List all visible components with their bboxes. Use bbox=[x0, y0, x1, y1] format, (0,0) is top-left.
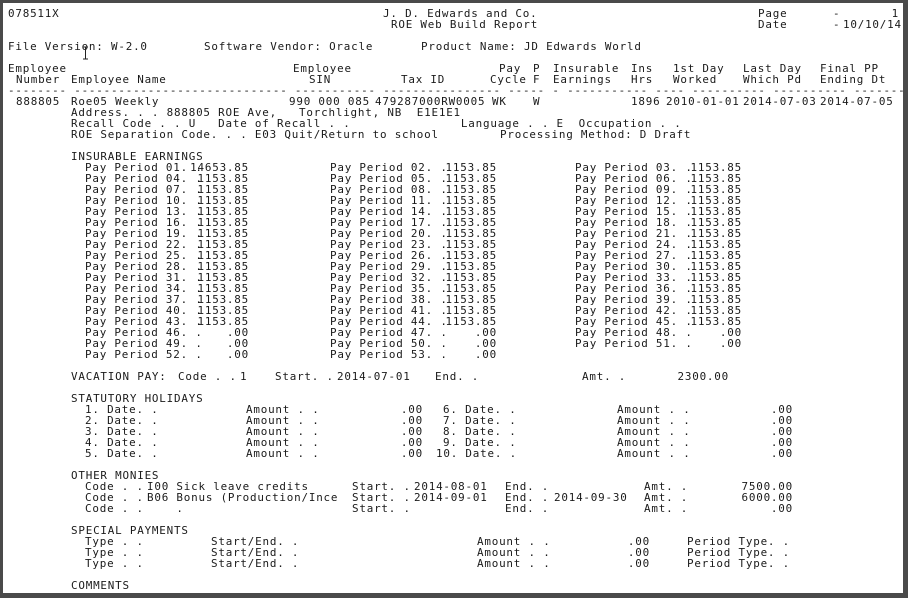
comments-heading: COMMENTS bbox=[71, 579, 130, 592]
report-page: 078511X J. D. Edwards and Co. ROE Web Bu… bbox=[3, 3, 903, 593]
holiday-date-label: 10. Date. . bbox=[436, 447, 517, 460]
vacation-code: 1 bbox=[240, 370, 248, 383]
text-cursor-icon bbox=[83, 46, 88, 60]
employee-pay-cycle: WK bbox=[492, 95, 507, 108]
software-vendor: Software Vendor: Oracle bbox=[204, 40, 374, 53]
other-monies-code: . bbox=[147, 502, 184, 515]
vacation-start: 2014-07-01 bbox=[337, 370, 411, 383]
other-monies-amt: .00 bbox=[770, 502, 793, 515]
date-label: Date bbox=[758, 18, 788, 31]
other-monies-code-label: Code . . bbox=[85, 502, 144, 515]
special-amount: .00 bbox=[627, 557, 650, 570]
final-pp-ending: 2014-07-05 bbox=[820, 95, 894, 108]
special-period-type-label: Period Type. . bbox=[687, 557, 790, 570]
report-date: 10/10/14 bbox=[843, 18, 902, 31]
other-monies-start: 2014-09-01 bbox=[414, 491, 488, 504]
holiday-date-label: 5. Date. . bbox=[85, 447, 159, 460]
vacation-code-label: Code . . bbox=[178, 370, 237, 383]
other-monies-amt-label: Amt. . bbox=[644, 502, 689, 515]
first-day-worked: 2010-01-01 bbox=[666, 95, 740, 108]
holiday-amount: .00 bbox=[770, 447, 793, 460]
employee-separation: ROE Separation Code. . . E03 Quit/Return… bbox=[71, 128, 439, 141]
vacation-start-label: Start. . bbox=[275, 370, 334, 383]
other-monies-end-label: End. . bbox=[505, 502, 550, 515]
vacation-end-label: End. . bbox=[435, 370, 480, 383]
holiday-amount: .00 bbox=[400, 447, 423, 460]
pay-period-amount: .00 bbox=[226, 348, 249, 361]
vacation-amt: 2300.00 bbox=[677, 370, 729, 383]
product-name: Product Name: JD Edwards World bbox=[421, 40, 642, 53]
last-day-paid: 2014-07-03 bbox=[743, 95, 817, 108]
other-monies-end: 2014-09-30 bbox=[554, 491, 628, 504]
vacation-amt-label: Amt. . bbox=[582, 370, 627, 383]
file-version: File Version: W-2.0 bbox=[8, 40, 148, 53]
special-type-label: Type . . bbox=[85, 557, 144, 570]
employee-pf: W bbox=[533, 95, 541, 108]
holiday-amount-label: Amount . . bbox=[246, 447, 320, 460]
holiday-amount-label: Amount . . bbox=[617, 447, 691, 460]
employee-number: 888805 bbox=[16, 95, 61, 108]
date-separator: - bbox=[833, 18, 841, 31]
vacation-pay-label: VACATION PAY: bbox=[71, 370, 167, 383]
processing-method: Processing Method: D Draft bbox=[500, 128, 692, 141]
program-id: 078511X bbox=[8, 7, 60, 20]
special-start-end-label: Start/End. . bbox=[211, 557, 300, 570]
pay-period-amount: .00 bbox=[719, 337, 742, 350]
pay-period-amount: .00 bbox=[474, 348, 497, 361]
special-amount-label: Amount . . bbox=[477, 557, 551, 570]
employee-ins-hrs: 1896 bbox=[631, 95, 661, 108]
report-title: ROE Web Build Report bbox=[391, 18, 539, 31]
other-monies-start-label: Start. . bbox=[352, 502, 411, 515]
